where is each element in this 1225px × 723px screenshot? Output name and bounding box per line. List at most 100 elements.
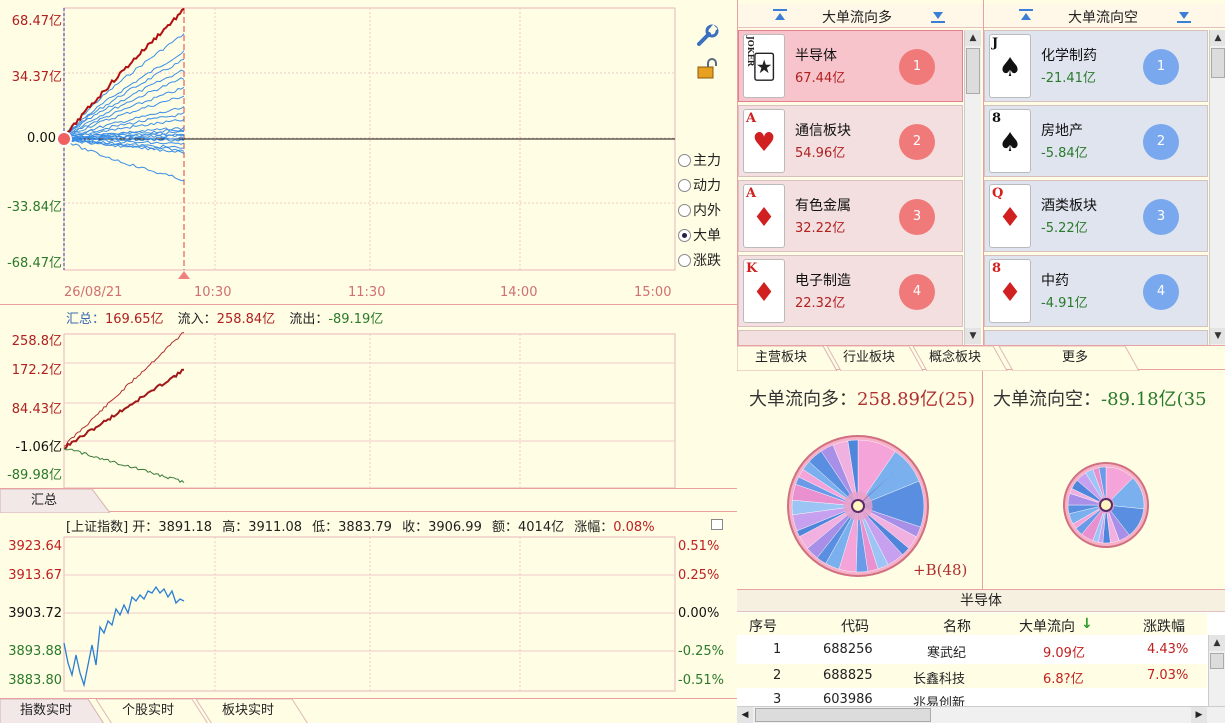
outflow-card[interactable]: 8 ♦ 中药 -4.91亿 4 <box>984 255 1208 327</box>
scroll-right-button[interactable]: ▶ <box>1191 707 1207 723</box>
close-value: 3906.99 <box>428 520 482 535</box>
low-value: 3883.79 <box>338 520 392 535</box>
table-row[interactable]: 3 603986 兆易创新 <box>737 690 1207 706</box>
sort-up-icon[interactable] <box>1018 8 1034 24</box>
jack-spades-card-icon: J ♠ <box>989 34 1031 98</box>
scroll-thumb[interactable] <box>755 708 931 722</box>
mode-label: 主力 <box>693 153 721 169</box>
y-tick-right: -0.25% <box>678 644 724 659</box>
wrench-icon[interactable] <box>696 24 720 48</box>
tab-sector-realtime[interactable]: 板块实时 <box>208 700 288 722</box>
inflow-card[interactable]: A ♦ 有色金属 32.22亿 3 <box>738 180 963 252</box>
table-row[interactable]: 2 688825 长鑫科技 6.8?亿 7.03% <box>737 664 1207 688</box>
table-title: 半导体 <box>737 590 1225 612</box>
sort-up-icon[interactable] <box>772 8 788 24</box>
amount-label: 额： <box>491 520 518 535</box>
table-vscrollbar[interactable]: ▲ <box>1208 635 1225 707</box>
sector-value: 67.44亿 <box>795 71 846 86</box>
rank-badge: 2 <box>1143 124 1179 160</box>
scroll-left-button[interactable]: ◀ <box>737 707 753 723</box>
y-tick: -33.84亿 <box>7 200 62 215</box>
col-code[interactable]: 代码 <box>841 616 869 636</box>
outflow-label: 流出： <box>289 312 329 327</box>
mode-radio-power[interactable]: 动力 <box>678 175 721 195</box>
scroll-up-button[interactable]: ▲ <box>965 30 981 46</box>
inflow-pie[interactable] <box>737 371 983 589</box>
index-header: [上证指数] 开：3891.18 高：3911.08 低：3883.79 收：3… <box>66 516 655 535</box>
inflow-card[interactable]: K ♦ 电子制造 22.32亿 4 <box>738 255 963 327</box>
radio-circle <box>678 204 691 217</box>
index-chart: [上证指数] 开：3891.18 高：3911.08 低：3883.79 收：3… <box>0 513 737 697</box>
inflow-scrollbar[interactable]: ▲ ▼ <box>964 30 981 345</box>
radio-circle <box>678 179 691 192</box>
outflow-card[interactable]: Q ♦ 酒类板块 -5.22亿 3 <box>984 180 1208 252</box>
tab-main-sector[interactable]: 主营板块 <box>741 347 821 369</box>
expand-icon[interactable] <box>711 519 723 530</box>
scroll-up-button[interactable]: ▲ <box>1209 635 1225 651</box>
low-label: 低： <box>312 520 339 535</box>
x-tick: 14:00 <box>500 285 538 300</box>
col-name[interactable]: 名称 <box>943 616 971 636</box>
outflow-scrollbar[interactable]: ▲ ▼ <box>1209 30 1225 345</box>
scroll-thumb[interactable] <box>1211 48 1225 78</box>
sector-name: 电子制造 <box>795 273 851 289</box>
index-svg <box>63 536 676 692</box>
y-tick: 84.43亿 <box>11 402 62 417</box>
col-flow[interactable]: 大单流向 <box>1019 616 1075 636</box>
index-name: [上证指数] <box>66 520 129 535</box>
table-row[interactable]: 1 688256 寒武纪 9.09亿 4.43% <box>737 638 1207 662</box>
tab-concept-sector[interactable]: 概念板块 <box>915 347 995 369</box>
cell-name: 寒武纪 <box>927 646 967 661</box>
cell-code: 688256 <box>823 642 873 657</box>
mode-radio-large[interactable]: 大单 <box>678 225 721 245</box>
tab-stock-realtime[interactable]: 个股实时 <box>108 700 188 722</box>
mode-radio-inout[interactable]: 内外 <box>678 200 721 220</box>
sort-down-icon[interactable] <box>1176 8 1192 24</box>
card-suit: ♠ <box>998 128 1022 158</box>
stock-table: 半导体 序号 代码 名称 大单流向 ↓ 涨跌幅 1 688256 寒武纪 9.0… <box>737 589 1225 723</box>
mode-radio-updown[interactable]: 涨跌 <box>678 250 721 270</box>
cell-no: 2 <box>773 668 782 683</box>
ace-hearts-card-icon: A ♥ <box>743 109 785 173</box>
tab-summary[interactable]: 汇总 <box>14 490 74 512</box>
col-change[interactable]: 涨跌幅 <box>1143 616 1185 636</box>
y-tick: 172.2亿 <box>11 363 62 378</box>
card-face: 8 <box>992 261 1002 276</box>
cell-name: 兆易创新 <box>913 696 966 706</box>
y-tick: -1.06亿 <box>15 440 62 455</box>
radio-circle <box>678 154 691 167</box>
outflow-pie[interactable] <box>983 371 1225 589</box>
scroll-thumb[interactable] <box>1210 653 1224 669</box>
inflow-card[interactable]: A ♥ 通信板块 54.96亿 2 <box>738 105 963 177</box>
tab-index-realtime[interactable]: 指数实时 <box>6 700 86 722</box>
outflow-card-partial[interactable] <box>984 330 1208 345</box>
inflow-panel: 大单流向多 JOKER 🃏 半导体 67.44亿 1 A ♥ 通信板块 54.96亿… <box>737 0 984 345</box>
scroll-thumb[interactable] <box>966 48 980 94</box>
mode-label: 动力 <box>693 178 721 194</box>
inflow-card-partial[interactable] <box>738 330 963 345</box>
y-tick: 3883.80 <box>8 673 62 688</box>
outflow-card[interactable]: 8 ♠ 房地产 -5.84亿 2 <box>984 105 1208 177</box>
outflow-card[interactable]: J ♠ 化学制药 -21.41亿 1 <box>984 30 1208 102</box>
mode-radio-main[interactable]: 主力 <box>678 150 721 170</box>
scroll-up-button[interactable]: ▲ <box>1210 30 1225 46</box>
table-hscrollbar[interactable]: ◀ ▶ <box>737 706 1225 723</box>
y-tick: 3893.88 <box>8 644 62 659</box>
y-tick: 34.37亿 <box>11 70 62 85</box>
col-no[interactable]: 序号 <box>749 616 777 636</box>
scroll-down-button[interactable]: ▼ <box>1210 328 1225 344</box>
inflow-card[interactable]: JOKER 🃏 半导体 67.44亿 1 <box>738 30 963 102</box>
scroll-down-button[interactable]: ▼ <box>965 328 981 344</box>
sector-value: 22.32亿 <box>795 296 846 311</box>
card-suit: ♥ <box>752 128 776 158</box>
y-tick-right: 0.25% <box>678 568 720 583</box>
unlock-icon[interactable] <box>696 58 720 80</box>
pie-center <box>1099 498 1113 512</box>
summary-svg <box>63 332 676 489</box>
rank-badge: 4 <box>1143 274 1179 310</box>
tab-more[interactable]: 更多 <box>1035 347 1115 369</box>
tab-industry-sector[interactable]: 行业板块 <box>829 347 909 369</box>
total-value: 169.65亿 <box>105 312 164 327</box>
outflow-panel-header: 大单流向空 <box>984 4 1225 28</box>
sort-down-icon[interactable] <box>930 8 946 24</box>
